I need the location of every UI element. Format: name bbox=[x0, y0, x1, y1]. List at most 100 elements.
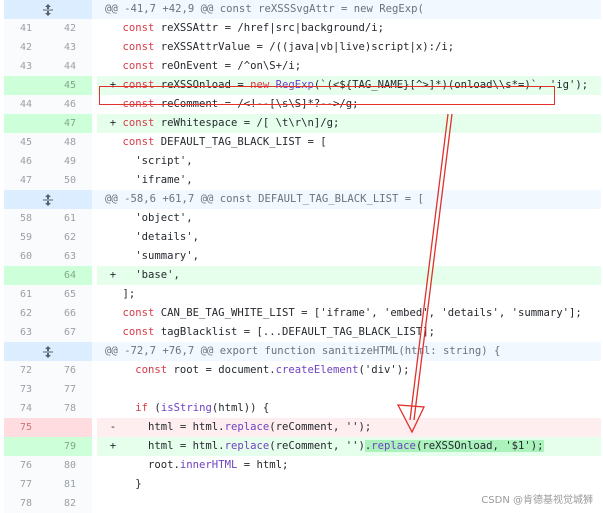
code-text: 'details', bbox=[97, 231, 200, 243]
old-line-number[interactable] bbox=[4, 114, 48, 133]
new-line-number[interactable]: 81 bbox=[48, 475, 92, 494]
diff-line: 47 + const reWhitespace = /[ \t\r\n]/g; bbox=[4, 114, 601, 133]
diff-line: 75 - html = html.replace(reComment, ''); bbox=[4, 418, 601, 437]
old-line-number[interactable]: 77 bbox=[4, 475, 48, 494]
new-line-number[interactable]: 67 bbox=[48, 323, 92, 342]
hunk-header: @@ -41,7 +42,9 @@ const reXSSSvgAttr = n… bbox=[4, 0, 601, 19]
watermark: CSDN @肯德基视觉城狮 bbox=[481, 495, 593, 506]
code-text: const reXSSAttr = /href|src|background/i… bbox=[122, 22, 385, 34]
old-line-number[interactable]: 75 bbox=[4, 418, 48, 437]
diff-line: 47 50 'iframe', bbox=[4, 171, 601, 190]
new-line-number[interactable]: 43 bbox=[48, 38, 92, 57]
old-line-number[interactable]: 63 bbox=[4, 323, 48, 342]
new-line-number[interactable]: 76 bbox=[48, 361, 92, 380]
old-line-number[interactable]: 72 bbox=[4, 361, 48, 380]
code-text: 'object', bbox=[97, 212, 193, 224]
diff-line: 46 49 'script', bbox=[4, 152, 601, 171]
code-text: const DEFAULT_TAG_BLACK_LIST = [ bbox=[122, 136, 327, 148]
old-line-number[interactable]: 58 bbox=[4, 209, 48, 228]
new-line-number[interactable]: 45 bbox=[48, 76, 92, 95]
old-line-number[interactable]: 45 bbox=[4, 133, 48, 152]
code-text: const root = document.createElement('div… bbox=[135, 364, 410, 376]
code-text: root.innerHTML = html; bbox=[97, 459, 289, 471]
old-line-number[interactable]: 41 bbox=[4, 19, 48, 38]
old-line-number[interactable]: 60 bbox=[4, 247, 48, 266]
diff-line: 62 66 const CAN_BE_TAG_WHITE_LIST = ['ifr… bbox=[4, 304, 601, 323]
diff-line: 79 + html = html.replace(reComment, '').… bbox=[4, 437, 601, 456]
new-line-number[interactable]: 79 bbox=[48, 437, 92, 456]
code-text: const reXSSAttrValue = /((java|vb|live)s… bbox=[122, 41, 455, 53]
hunk-header: @@ -58,6 +61,7 @@ const DEFAULT_TAG_BLAC… bbox=[4, 190, 601, 209]
new-line-number[interactable]: 61 bbox=[48, 209, 92, 228]
code-text: + const reWhitespace = /[ \t\r\n]/g; bbox=[97, 114, 601, 133]
diff-line: 72 76 const root = document.createElement… bbox=[4, 361, 601, 380]
code-text: + 'base', bbox=[97, 266, 601, 285]
new-line-number[interactable]: 62 bbox=[48, 228, 92, 247]
new-line-number[interactable] bbox=[48, 418, 92, 437]
new-line-number[interactable]: 50 bbox=[48, 171, 92, 190]
old-line-number[interactable]: 44 bbox=[4, 95, 48, 114]
old-line-number[interactable]: 76 bbox=[4, 456, 48, 475]
expand-button[interactable] bbox=[4, 342, 92, 361]
unfold-icon bbox=[42, 4, 54, 16]
hunk-header-text: @@ -41,7 +42,9 @@ const reXSSSvgAttr = n… bbox=[105, 3, 424, 15]
old-line-number[interactable]: 61 bbox=[4, 285, 48, 304]
code-text: - html = html.replace(reComment, ''); bbox=[97, 418, 601, 437]
old-line-number[interactable] bbox=[4, 76, 48, 95]
old-line-number[interactable]: 46 bbox=[4, 152, 48, 171]
highlight-box-annotation bbox=[99, 86, 555, 105]
unfold-icon bbox=[42, 346, 54, 358]
old-line-number[interactable] bbox=[4, 437, 48, 456]
diff-line: 61 65 ]; bbox=[4, 285, 601, 304]
new-line-number[interactable]: 44 bbox=[48, 57, 92, 76]
code-text: + html = html.replace(reComment, '').rep… bbox=[97, 437, 601, 456]
old-line-number[interactable]: 62 bbox=[4, 304, 48, 323]
code-text: if (isString(html)) { bbox=[135, 402, 270, 414]
diff-line: 63 67 const tagBlacklist = [...DEFAULT_TA… bbox=[4, 323, 601, 342]
diff-line: 41 42 const reXSSAttr = /href|src|backgro… bbox=[4, 19, 601, 38]
old-line-number[interactable]: 43 bbox=[4, 57, 48, 76]
diff-line: 73 77 bbox=[4, 380, 601, 399]
new-line-number[interactable]: 42 bbox=[48, 19, 92, 38]
new-line-number[interactable]: 63 bbox=[48, 247, 92, 266]
new-line-number[interactable]: 77 bbox=[48, 380, 92, 399]
old-line-number[interactable]: 42 bbox=[4, 38, 48, 57]
old-line-number[interactable]: 78 bbox=[4, 494, 48, 513]
new-line-number[interactable]: 65 bbox=[48, 285, 92, 304]
diff-line: 64 + 'base', bbox=[4, 266, 601, 285]
old-line-number[interactable]: 73 bbox=[4, 380, 48, 399]
expand-button[interactable] bbox=[4, 0, 92, 19]
diff-line: 42 43 const reXSSAttrValue = /((java|vb|l… bbox=[4, 38, 601, 57]
new-line-number[interactable]: 66 bbox=[48, 304, 92, 323]
expand-button[interactable] bbox=[4, 190, 92, 209]
diff-line: 45 48 const DEFAULT_TAG_BLACK_LIST = [ bbox=[4, 133, 601, 152]
code-text: 'summary', bbox=[97, 250, 200, 262]
code-text: const tagBlacklist = [...DEFAULT_TAG_BLA… bbox=[122, 326, 436, 338]
new-line-number[interactable]: 49 bbox=[48, 152, 92, 171]
old-line-number[interactable]: 74 bbox=[4, 399, 48, 418]
new-line-number[interactable]: 47 bbox=[48, 114, 92, 133]
new-line-number[interactable]: 64 bbox=[48, 266, 92, 285]
hunk-header-text: @@ -58,6 +61,7 @@ const DEFAULT_TAG_BLAC… bbox=[105, 193, 424, 205]
new-line-number[interactable]: 80 bbox=[48, 456, 92, 475]
code-text: const reOnEvent = /^on\S+/i; bbox=[122, 60, 302, 72]
diff-line: 76 80 root.innerHTML = html; bbox=[4, 456, 601, 475]
unfold-icon bbox=[42, 194, 54, 206]
code-text: 'iframe', bbox=[97, 174, 193, 186]
diff-line: 59 62 'details', bbox=[4, 228, 601, 247]
new-line-number[interactable]: 82 bbox=[48, 494, 92, 513]
diff-line: 60 63 'summary', bbox=[4, 247, 601, 266]
code-text: 'script', bbox=[97, 155, 193, 167]
diff-line: 58 61 'object', bbox=[4, 209, 601, 228]
old-line-number[interactable] bbox=[4, 266, 48, 285]
hunk-header: @@ -72,7 +76,7 @@ export function saniti… bbox=[4, 342, 601, 361]
code-text: const CAN_BE_TAG_WHITE_LIST = ['iframe',… bbox=[122, 307, 582, 319]
old-line-number[interactable]: 59 bbox=[4, 228, 48, 247]
new-line-number[interactable]: 48 bbox=[48, 133, 92, 152]
new-line-number[interactable]: 78 bbox=[48, 399, 92, 418]
new-line-number[interactable]: 46 bbox=[48, 95, 92, 114]
code-text: ]; bbox=[97, 288, 136, 300]
old-line-number[interactable]: 47 bbox=[4, 171, 48, 190]
diff-line: 43 44 const reOnEvent = /^on\S+/i; bbox=[4, 57, 601, 76]
